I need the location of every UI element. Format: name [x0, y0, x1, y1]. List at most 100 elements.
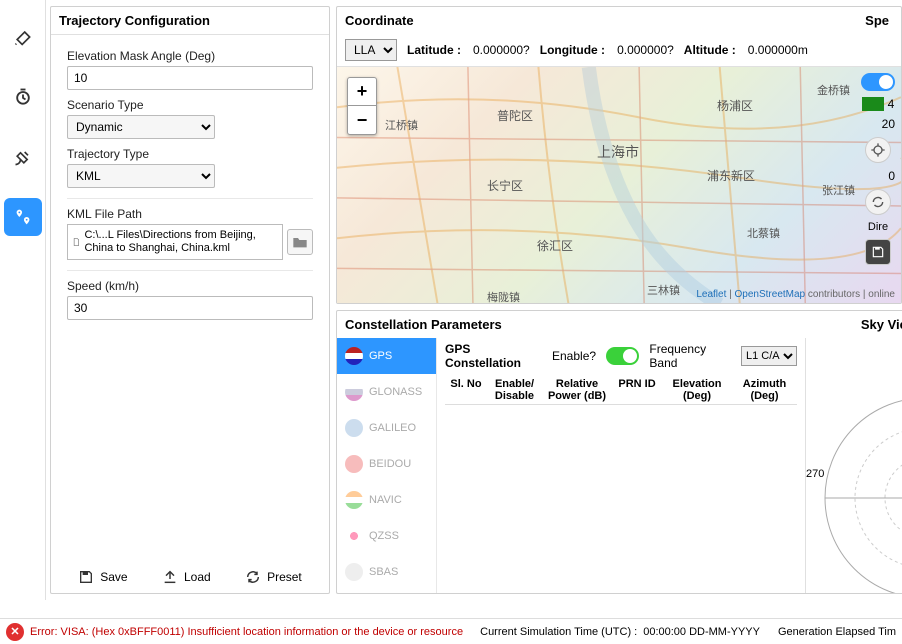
map-label: 梅陇镇: [487, 289, 520, 303]
map-layer-toggle[interactable]: [861, 73, 895, 91]
flag-icon-ru: [345, 383, 363, 401]
col-prn: PRN ID: [612, 376, 662, 405]
osm-link[interactable]: OpenStreetMap: [735, 289, 806, 300]
save-icon: [78, 569, 94, 585]
refresh-icon: [245, 569, 261, 585]
enable-label: Enable?: [552, 349, 596, 363]
gen-time-label: Generation Elapsed Tim: [778, 626, 896, 638]
flag-icon-us: [345, 347, 363, 365]
alt-label: Altitude :: [684, 43, 736, 57]
locate-button[interactable]: [865, 137, 891, 163]
folder-icon: [292, 235, 308, 249]
zoom-in-button[interactable]: +: [348, 78, 376, 106]
kml-path-field[interactable]: C:\...L Files\Directions from Beijing, C…: [67, 224, 283, 260]
trajectory-tab-icon[interactable]: [4, 198, 42, 236]
freq-band-select[interactable]: L1 C/A: [741, 346, 797, 366]
col-elev: Elevation (Deg): [662, 376, 732, 405]
const-item-galileo[interactable]: GALILEO: [337, 410, 436, 446]
sim-time-value: 00:00:00 DD-MM-YYYY: [643, 626, 760, 638]
side-value: 0: [888, 169, 895, 183]
browse-kml-button[interactable]: [287, 229, 313, 255]
legend-value: 4: [888, 97, 895, 111]
save-button[interactable]: Save: [78, 569, 127, 585]
sim-time-label: Current Simulation Time (UTC) :: [480, 626, 637, 638]
map-label: 北蔡镇: [747, 225, 780, 241]
alt-value: 0.000000m: [748, 43, 808, 57]
scenario-type-label: Scenario Type: [67, 98, 313, 112]
sky-plot: [815, 388, 902, 593]
speed-input[interactable]: [67, 296, 313, 320]
coordinate-title: Coordinate: [337, 7, 422, 34]
sky-deg-label: 270: [806, 468, 824, 480]
lon-value: 0.000000?: [617, 43, 674, 57]
constellation-panel: Constellation Parameters Sky View GPS GL…: [336, 310, 902, 594]
map-roads: [337, 67, 901, 303]
map-label: 江桥镇: [385, 117, 418, 133]
traj-type-select[interactable]: KML: [67, 164, 215, 188]
refresh-icon: [871, 195, 885, 209]
load-icon: [162, 569, 178, 585]
coord-system-select[interactable]: LLA: [345, 39, 397, 61]
elev-mask-input[interactable]: [67, 66, 313, 90]
elev-mask-label: Elevation Mask Angle (Deg): [67, 49, 313, 63]
trajectory-config-panel: Trajectory Configuration Elevation Mask …: [50, 6, 330, 594]
load-button[interactable]: Load: [162, 569, 211, 585]
satellite-tab-icon[interactable]: [4, 138, 42, 176]
crosshair-icon: [870, 142, 886, 158]
flag-icon-eu: [345, 419, 363, 437]
constellation-list: GPS GLONASS GALILEO BEIDOU NAVIC QZSS SB…: [337, 338, 437, 593]
map-label: 三林镇: [647, 282, 680, 298]
flag-icon-jp: [345, 527, 363, 545]
flag-icon-in: [345, 491, 363, 509]
enable-toggle[interactable]: [606, 347, 639, 365]
const-header: GPS Constellation: [445, 342, 542, 370]
status-bar: ✕ Error: VISA: (Hex 0xBFFF0011) Insuffic…: [0, 618, 902, 644]
settings-tab-icon[interactable]: [4, 18, 42, 56]
const-item-navic[interactable]: NAVIC: [337, 482, 436, 518]
scenario-type-select[interactable]: Dynamic: [67, 115, 215, 139]
save-map-button[interactable]: [865, 239, 891, 265]
sky-view-title: Sky View: [853, 311, 902, 338]
col-power: Relative Power (dB): [542, 376, 612, 405]
legend-green: [862, 97, 884, 111]
constellation-title: Constellation Parameters: [337, 311, 510, 338]
preset-button[interactable]: Preset: [245, 569, 302, 585]
save-icon: [871, 245, 885, 259]
error-text: Error: VISA: (Hex 0xBFFF0011) Insufficie…: [30, 626, 463, 638]
const-item-sbas[interactable]: SBAS: [337, 554, 436, 590]
zoom-out-button[interactable]: −: [348, 106, 376, 134]
const-item-glonass[interactable]: GLONASS: [337, 374, 436, 410]
speed-label: Speed (km/h): [67, 279, 313, 293]
satellite-table: Sl. No Enable/ Disable Relative Power (d…: [437, 374, 805, 407]
map-label: 上海市: [597, 142, 639, 162]
col-slno: Sl. No: [445, 376, 487, 405]
time-tab-icon[interactable]: [4, 78, 42, 116]
map-label: 金桥镇: [817, 82, 850, 98]
error-icon: ✕: [6, 623, 24, 641]
lat-value: 0.000000?: [473, 43, 530, 57]
map-label: 杨浦区: [717, 97, 753, 114]
map-label: 张江镇: [822, 182, 855, 198]
map-label: 长宁区: [487, 177, 523, 194]
const-item-beidou[interactable]: BEIDOU: [337, 446, 436, 482]
sky-view-panel: 270: [805, 338, 902, 593]
direction-label: Dire: [868, 221, 888, 233]
speed-title: Spe: [857, 7, 897, 34]
refresh-map-button[interactable]: [865, 189, 891, 215]
lat-label: Latitude :: [407, 43, 461, 57]
coordinate-panel: Coordinate Spe LLA Latitude : 0.000000? …: [336, 6, 902, 304]
leaflet-link[interactable]: Leaflet: [696, 289, 726, 300]
const-item-gps[interactable]: GPS: [337, 338, 436, 374]
map-zoom-control: + −: [347, 77, 377, 135]
map-side-controls: 4 20 0 Dire: [861, 73, 895, 265]
map-attribution: Leaflet | OpenStreetMap contributors | o…: [696, 289, 895, 300]
traj-type-label: Trajectory Type: [67, 147, 313, 161]
map-label: 徐汇区: [537, 237, 573, 254]
flag-icon-none: [345, 563, 363, 581]
flag-icon-cn: [345, 455, 363, 473]
side-value: 20: [882, 117, 895, 131]
freq-band-label: Frequency Band: [649, 342, 731, 370]
kml-label: KML File Path: [67, 207, 313, 221]
map-view[interactable]: 普陀区 杨浦区 上海市 长宁区 浦东新区 徐汇区 金桥镇 张江镇 北蔡镇 三林镇…: [337, 67, 901, 303]
const-item-qzss[interactable]: QZSS: [337, 518, 436, 554]
